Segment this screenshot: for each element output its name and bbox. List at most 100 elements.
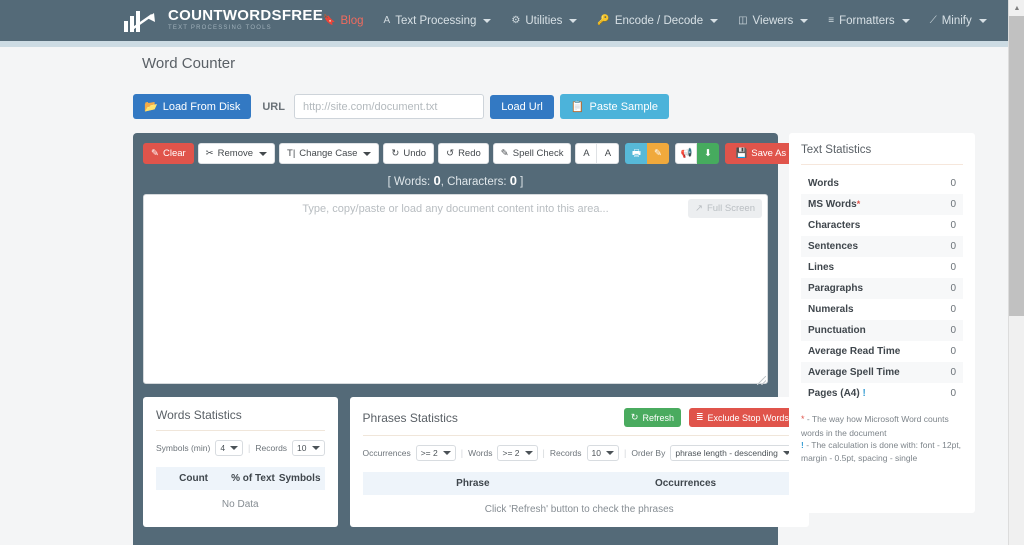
stat-label-sentences: Sentences [808, 241, 859, 252]
stat-row-average-read-time: Average Read Time 0 [801, 341, 963, 362]
stat-label-average-read-time: Average Read Time [808, 346, 901, 357]
stat-label-punctuation: Punctuation [808, 325, 866, 336]
font-decrease-label: A [604, 148, 612, 159]
load-url-button[interactable]: Load Url [490, 94, 554, 119]
font-increase-label: A [583, 148, 590, 159]
brand-logo[interactable]: COUNTWORDSFREE TEXT PROCESSING TOOLS [122, 7, 323, 35]
note-asterisk-text: - The way how Microsoft Word counts word… [801, 414, 949, 438]
chevron-down-icon [230, 446, 239, 450]
undo-label: Undo [403, 148, 427, 159]
phrases-records-label: Records [549, 448, 582, 458]
download-button[interactable]: ⬇ [697, 143, 720, 164]
words-col-symbols: Symbols [278, 473, 321, 484]
scroll-up-arrow-icon[interactable]: ▲ [1009, 0, 1024, 16]
nav-label-encode-decode: Encode / Decode [614, 14, 704, 27]
counts-middle: , Characters: [440, 176, 507, 188]
order-by-value: phrase length - descending [675, 448, 778, 458]
stat-row-ms-words: MS Words* 0 [801, 194, 963, 215]
remove-button[interactable]: ✂ Remove [197, 143, 276, 164]
occurrences-label: Occurrences [362, 448, 411, 458]
phrases-col-phrase: Phrase [456, 478, 490, 489]
refresh-icon: ↻ [630, 412, 639, 422]
phrases-statistics-table-header: Phrase Occurrences [362, 472, 796, 495]
nav-item-text-processing[interactable]: A Text Processing [384, 15, 492, 27]
nav-item-viewers[interactable]: ◫ Viewers [738, 15, 809, 27]
stat-value-paragraphs: 0 [950, 283, 956, 294]
nav-item-blog[interactable]: 🔖 Blog [323, 15, 363, 27]
occurrences-select[interactable]: >= 2 [415, 445, 456, 461]
highlight-button[interactable]: ✎ [647, 143, 670, 164]
editor-toolbar: ✎ Clear ✂ Remove T| Change Case ↻ Undo ↺… [143, 143, 811, 164]
order-by-select[interactable]: phrase length - descending [670, 445, 796, 461]
scrollbar-thumb[interactable] [1009, 16, 1024, 316]
filter-icon: ≣ [695, 412, 704, 422]
compress-icon: ⟋ [929, 15, 937, 26]
phrase-words-value: >= 2 [502, 448, 520, 458]
stat-value-pages-a4: 0 [950, 388, 956, 399]
full-screen-button[interactable]: ↗ Full Screen [687, 199, 762, 218]
characters-count-value: 0 [509, 173, 517, 188]
words-statistics-panel: Words Statistics Symbols (min) 4 | Recor… [143, 397, 338, 527]
phrases-records-value: 10 [591, 448, 601, 458]
undo-button[interactable]: ↻ Undo [383, 143, 435, 164]
stat-label-ms-words: MS Words [808, 199, 857, 210]
font-increase-button[interactable]: A [575, 143, 598, 164]
nav-item-utilities[interactable]: ⚙ Utilities [511, 15, 578, 27]
expand-icon: ↗ [694, 203, 703, 214]
brand-name: COUNTWORDSFREE [168, 7, 324, 24]
symbols-min-select[interactable]: 4 [215, 440, 244, 456]
stat-row-sentences: Sentences 0 [801, 236, 963, 257]
columns-icon: ◫ [738, 15, 748, 26]
stat-value-average-read-time: 0 [950, 346, 956, 357]
spell-check-button[interactable]: ✎ Spell Check [492, 143, 572, 164]
words-statistics-title: Words Statistics [156, 408, 242, 422]
nav-label-text-processing: Text Processing [395, 14, 477, 27]
document-textarea[interactable] [143, 194, 768, 384]
counts-suffix: ] [520, 176, 524, 188]
font-decrease-button[interactable]: A [597, 143, 620, 164]
stat-label-lines: Lines [808, 262, 835, 273]
clear-button[interactable]: ✎ Clear [143, 143, 194, 164]
gear-icon: ⚙ [511, 15, 521, 26]
chevron-down-icon [605, 451, 614, 455]
font-size-group: A A [575, 143, 620, 164]
nav-item-minify[interactable]: ⟋ Minify [930, 15, 987, 27]
refresh-button[interactable]: ↻ Refresh [623, 408, 681, 427]
change-case-label: Change Case [299, 148, 358, 159]
undo-icon: ↻ [391, 148, 400, 159]
url-input[interactable] [293, 94, 485, 119]
url-label: URL [262, 100, 285, 113]
brand-tagline: TEXT PROCESSING TOOLS [168, 25, 272, 31]
print-button[interactable]: 🖶 [625, 143, 648, 164]
stat-value-lines: 0 [950, 262, 956, 273]
exclude-stop-words-button[interactable]: ≣ Exclude Stop Words [688, 408, 796, 427]
page-scrollbar[interactable]: ▲ [1008, 0, 1024, 545]
scissors-icon: ✂ [205, 148, 214, 159]
stat-row-words: Words 0 [801, 173, 963, 194]
text-statistics-title: Text Statistics [801, 144, 963, 165]
stat-row-punctuation: Punctuation 0 [801, 320, 963, 341]
asterisk-marker-icon: * [856, 199, 861, 209]
words-records-select[interactable]: 10 [292, 440, 325, 456]
paste-sample-button[interactable]: 📋 Paste Sample [559, 94, 669, 119]
occurrences-value: >= 2 [420, 448, 438, 458]
load-from-disk-button[interactable]: 📂 Load From Disk [133, 94, 252, 119]
change-case-button[interactable]: T| Change Case [279, 143, 380, 164]
filter-divider: | [460, 448, 464, 458]
font-icon: A [383, 15, 391, 26]
stat-label-average-spell-time: Average Spell Time [808, 367, 900, 378]
phrases-records-select[interactable]: 10 [586, 445, 619, 461]
live-counts: [ Words: 0, Characters: 0 ] [143, 164, 768, 194]
announce-button[interactable]: 📢 [675, 143, 698, 164]
nav-label-blog: Blog [340, 14, 364, 27]
chevron-down-icon [569, 18, 578, 23]
words-statistics-header: Words Statistics [156, 408, 325, 431]
textarea-resize-handle[interactable] [757, 376, 766, 385]
stat-value-words: 0 [950, 178, 956, 189]
nav-item-formatters[interactable]: ≡ Formatters [828, 15, 910, 27]
phrase-words-select[interactable]: >= 2 [497, 445, 538, 461]
chevron-down-icon [442, 451, 451, 455]
redo-button[interactable]: ↺ Redo [438, 143, 489, 164]
nav-item-encode-decode[interactable]: 🔑 Encode / Decode [597, 14, 719, 27]
chevron-down-icon [901, 18, 910, 23]
